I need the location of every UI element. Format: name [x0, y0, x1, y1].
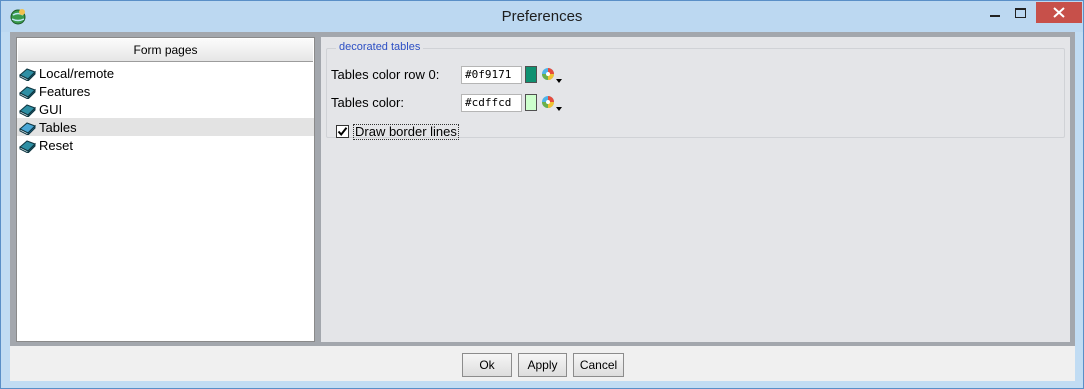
tables-color-swatch[interactable] — [525, 94, 537, 111]
tree-item-features[interactable]: Features — [17, 82, 314, 100]
tables-settings-panel: decorated tables Tables color row 0: #0f… — [321, 37, 1070, 342]
tables-color-label: Tables color: — [331, 95, 404, 110]
minimize-button[interactable] — [981, 2, 1008, 23]
maximize-button[interactable] — [1007, 2, 1034, 23]
book-icon — [19, 139, 36, 153]
tree-item-local-remote[interactable]: Local/remote — [17, 64, 314, 82]
book-open-icon — [19, 121, 36, 135]
close-button[interactable] — [1036, 2, 1082, 23]
tree-item-reset[interactable]: Reset — [17, 136, 314, 154]
form-pages-panel: Form pages Local/remote Features GUI Tab… — [16, 37, 315, 342]
preferences-window: Preferences Form pages Local/remote Feat… — [0, 0, 1084, 389]
apply-button-label: Apply — [527, 358, 558, 372]
close-icon — [1053, 7, 1065, 18]
tree-item-label: Local/remote — [39, 65, 115, 81]
book-icon — [19, 85, 36, 99]
group-title: decorated tables — [336, 41, 424, 53]
dialog-client-area: Form pages Local/remote Features GUI Tab… — [10, 32, 1075, 381]
window-title: Preferences — [501, 8, 583, 25]
form-pages-tree: Local/remote Features GUI Tables Reset — [17, 64, 314, 154]
tree-item-label: GUI — [39, 101, 63, 117]
cancel-button[interactable]: Cancel — [573, 353, 624, 377]
draw-border-lines-label[interactable]: Draw border lines — [353, 124, 459, 140]
draw-border-lines-checkbox[interactable] — [336, 125, 349, 138]
tree-item-label: Features — [39, 83, 91, 99]
tables-color-row0-swatch[interactable] — [525, 66, 537, 83]
color-picker-icon[interactable] — [541, 67, 555, 81]
apply-button[interactable]: Apply — [518, 353, 567, 377]
form-pages-header: Form pages — [18, 39, 313, 62]
tree-item-gui[interactable]: GUI — [17, 100, 314, 118]
tree-item-tables[interactable]: Tables — [17, 118, 314, 136]
tables-color-row0-label: Tables color row 0: — [331, 67, 440, 82]
split-pane: Form pages Local/remote Features GUI Tab… — [10, 32, 1075, 346]
book-icon — [19, 103, 36, 117]
title-bar[interactable]: Preferences — [1, 1, 1083, 32]
dropdown-arrow-icon[interactable] — [556, 107, 562, 111]
decorated-tables-group: decorated tables Tables color row 0: #0f… — [326, 41, 1065, 140]
tables-color-input[interactable]: #cdffcd — [461, 94, 522, 112]
minimize-icon — [989, 14, 1000, 17]
cancel-button-label: Cancel — [579, 358, 618, 372]
maximize-icon — [1015, 7, 1026, 18]
book-icon — [19, 67, 36, 81]
tables-color-row0-input[interactable]: #0f9171 — [461, 66, 522, 84]
checkmark-icon — [337, 127, 348, 137]
color-picker-icon[interactable] — [541, 95, 555, 109]
dropdown-arrow-icon[interactable] — [556, 79, 562, 83]
tree-item-label: Reset — [39, 137, 73, 153]
ok-button[interactable]: Ok — [462, 353, 512, 377]
tree-item-label: Tables — [39, 119, 77, 135]
ok-button-label: Ok — [479, 358, 495, 372]
